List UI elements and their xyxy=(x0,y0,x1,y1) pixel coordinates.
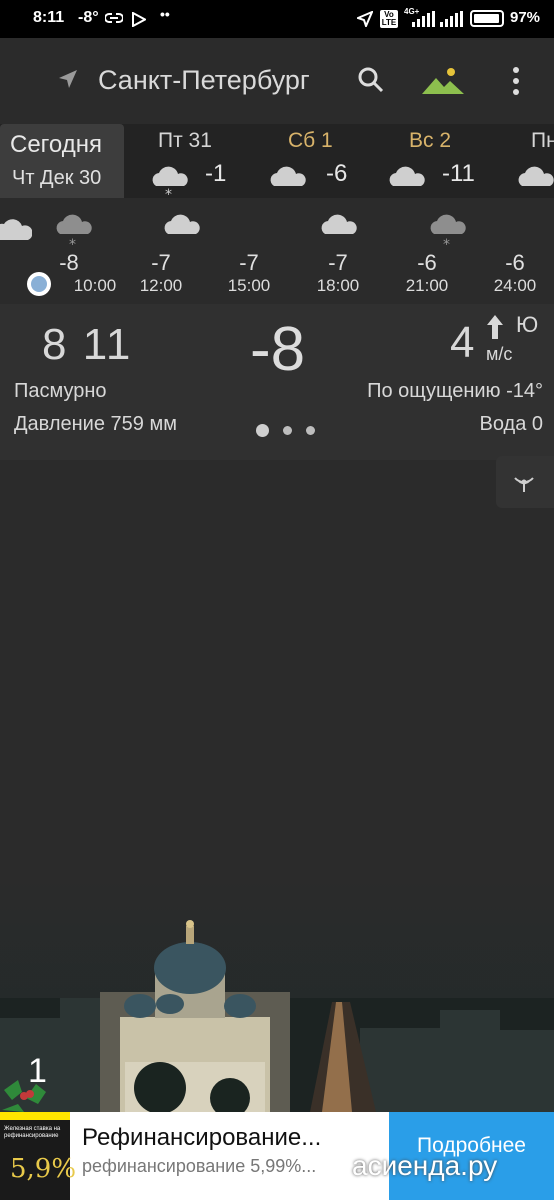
day-label: Сб 1 xyxy=(288,129,333,152)
current-time-marker xyxy=(27,272,51,296)
ad-thumbnail-text: Железная ставка на рефинансирование xyxy=(4,1126,61,1139)
wind-unit: м/с xyxy=(486,344,513,364)
day-tab-today[interactable]: Сегодня Чт Дек 30 xyxy=(0,124,124,198)
more-vert-icon[interactable] xyxy=(506,66,526,96)
hour-time: 12:00 xyxy=(139,276,183,295)
current-clock: 8 11 xyxy=(42,320,133,369)
wind-speed: 4 xyxy=(450,318,475,367)
day-temp: -1 xyxy=(205,160,227,187)
ad-subtitle: рефинансирование 5,99%... xyxy=(82,1156,317,1176)
hour-temp: -6 xyxy=(417,250,437,275)
day-temp: -11 xyxy=(442,160,475,187)
current-weather-panel[interactable]: 8 11 -8 4 Ю м/с Пасмурно По ощущению -14… xyxy=(0,304,554,460)
day-label: Сегодня xyxy=(10,131,102,158)
wind-arrow-icon xyxy=(487,315,503,339)
hour-time: 15:00 xyxy=(227,276,271,295)
location-arrow-icon[interactable] xyxy=(55,66,81,92)
status-bar: 8:11 -8° •• Vo LTE 4G+ 97% xyxy=(0,0,554,38)
weather-app: Санкт-Петербург Сегодня Чт Дек 30 Пт 31 … xyxy=(0,38,554,1200)
signal-icon-1 xyxy=(412,11,435,27)
watermark: асиенда.ру xyxy=(352,1150,498,1181)
battery-fill xyxy=(474,14,499,23)
cloud-icon xyxy=(321,214,357,234)
page-dot xyxy=(306,426,315,435)
condition-text: Пасмурно xyxy=(14,380,107,402)
ad-thumbnail: Железная ставка на рефинансирование 5,9% xyxy=(0,1112,76,1200)
water-temp-text: Вода 0 xyxy=(479,413,544,435)
day-tab-mon[interactable]: Пн xyxy=(514,124,554,198)
status-time: 8:11 xyxy=(33,9,65,26)
ad-banner[interactable]: Железная ставка на рефинансирование 5,9%… xyxy=(0,1112,554,1200)
city-background-image xyxy=(0,878,554,1112)
cloud-icon xyxy=(518,166,554,186)
pressure-text: Давление 759 мм xyxy=(14,413,177,435)
hour-temp: -6 xyxy=(505,250,525,275)
snow-cloud-icon: * xyxy=(152,166,188,200)
hour-time: 18:00 xyxy=(316,276,360,295)
volte-icon: Vo LTE xyxy=(380,10,398,28)
search-icon[interactable] xyxy=(357,66,385,94)
cloud-icon xyxy=(270,166,306,186)
snow-cloud-icon: * xyxy=(430,214,466,250)
snow-cloud-icon: * xyxy=(56,214,92,250)
day-label: Пт 31 xyxy=(158,129,212,152)
ad-thumbnail-bar xyxy=(0,1112,70,1120)
day-label: Пн xyxy=(531,129,554,152)
status-temp: -8° xyxy=(78,9,99,26)
day-label: Вс 2 xyxy=(409,129,452,152)
svg-text:*: * xyxy=(443,237,450,250)
hourly-forecast: * -8 10:00 -7 12:00 -7 15:00 -7 18:00 * … xyxy=(0,198,554,298)
notification-dots-icon: •• xyxy=(160,6,170,22)
page-indicator[interactable] xyxy=(256,424,315,437)
hour-temp: -7 xyxy=(328,250,348,275)
battery-percent: 97% xyxy=(510,9,541,26)
toolbar: Санкт-Петербург xyxy=(0,38,554,124)
day-temp: -6 xyxy=(326,160,348,187)
cloud-icon xyxy=(164,214,200,234)
day-tab-fri[interactable]: Пт 31 * -1 xyxy=(148,124,268,200)
day-tab-sat[interactable]: Сб 1 -6 xyxy=(266,124,386,198)
signal-icon-2 xyxy=(440,11,463,27)
ad-thumbnail-rate: 5,9% xyxy=(10,1154,77,1184)
page-dot xyxy=(283,426,292,435)
ad-title[interactable]: Рефинансирование... xyxy=(82,1124,321,1152)
mountain-icon[interactable] xyxy=(420,66,466,98)
hour-temp: -7 xyxy=(239,250,259,275)
day-date: Чт Дек 30 xyxy=(12,167,102,189)
hour-time: 24:00 xyxy=(493,276,537,295)
gps-arrow-icon xyxy=(357,11,373,27)
play-store-icon xyxy=(132,12,146,27)
feels-like-text: По ощущению -14° xyxy=(367,380,543,402)
current-temp: -8 xyxy=(250,315,306,384)
link-icon xyxy=(105,13,123,23)
hour-temp: -7 xyxy=(151,250,171,275)
broadcast-button[interactable] xyxy=(496,456,554,508)
wind-direction: Ю xyxy=(516,312,539,337)
holiday-number: 1 xyxy=(28,1052,47,1090)
city-name[interactable]: Санкт-Петербург xyxy=(98,65,310,96)
cloud-icon xyxy=(389,166,425,186)
hour-time: 21:00 xyxy=(405,276,449,295)
page-dot-active xyxy=(256,424,269,437)
holiday-badge[interactable]: 1 xyxy=(0,1050,70,1114)
day-tab-sun[interactable]: Вс 2 -11 xyxy=(385,124,505,198)
svg-text:*: * xyxy=(69,237,76,250)
cloud-icon xyxy=(0,219,32,240)
battery-icon xyxy=(470,10,504,27)
broadcast-icon xyxy=(514,477,534,492)
